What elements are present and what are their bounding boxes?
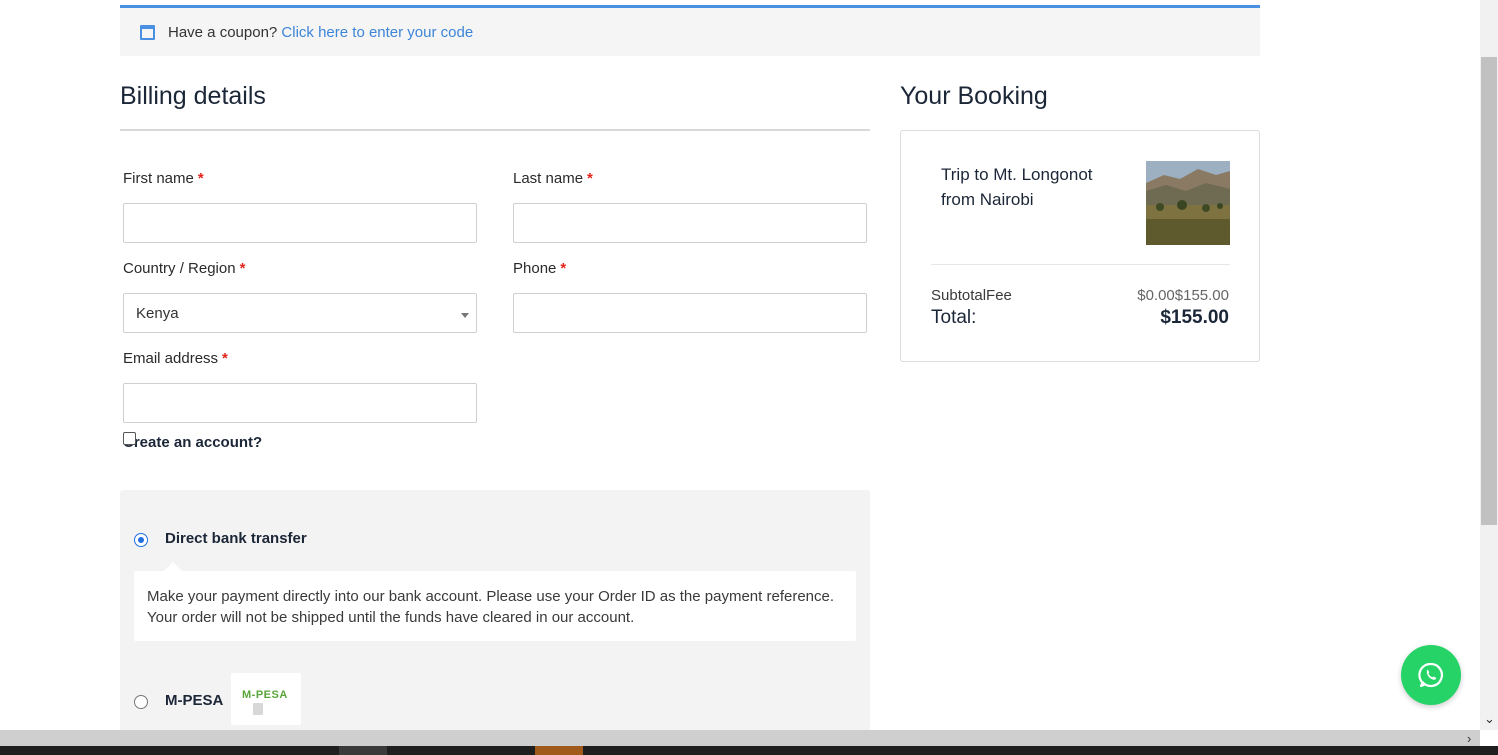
payment-radio-mpesa[interactable] [134, 695, 148, 709]
booking-summary-card: Trip to Mt. Longonot from Nairobi Subtot… [900, 130, 1260, 362]
required-mark: * [197, 170, 204, 187]
trip-thumbnail [1146, 161, 1230, 245]
country-select[interactable]: Kenya [123, 293, 477, 333]
payment-label-mpesa[interactable]: M-PESA [165, 692, 223, 709]
first-name-input[interactable] [123, 203, 477, 243]
required-mark: * [222, 350, 228, 367]
trip-name: Trip to Mt. Longonot from Nairobi [941, 165, 1093, 209]
subtotal-fee-label: SubtotalFee [931, 287, 1012, 304]
taskbar-active-app[interactable] [339, 746, 387, 755]
country-select-value: Kenya [136, 305, 179, 322]
email-label: Email address * [123, 350, 228, 367]
create-account-checkbox[interactable] [123, 432, 136, 445]
email-input[interactable] [123, 383, 477, 423]
payment-label-bank-transfer[interactable]: Direct bank transfer [165, 530, 307, 547]
whatsapp-chat-button[interactable] [1401, 645, 1461, 705]
horizontal-scrollbar[interactable] [0, 730, 1480, 746]
taskbar-app[interactable] [535, 746, 583, 755]
country-label-text: Country / Region [123, 260, 236, 277]
country-label: Country / Region * [123, 260, 245, 277]
total-label: Total: [931, 307, 977, 328]
taskbar [0, 746, 1498, 755]
phone-label-text: Phone [513, 260, 557, 277]
payment-radio-bank-transfer[interactable] [134, 533, 148, 547]
phone-label: Phone * [513, 260, 566, 277]
whatsapp-icon [1418, 662, 1443, 688]
billing-divider [120, 129, 870, 131]
billing-details-title: Billing details [120, 82, 266, 110]
last-name-input[interactable] [513, 203, 867, 243]
chevron-down-icon [461, 313, 469, 318]
required-mark: * [560, 260, 567, 277]
create-account-label: Create an account? [123, 434, 263, 451]
vertical-scrollbar-thumb[interactable] [1481, 57, 1497, 525]
first-name-label-text: First name [123, 170, 194, 187]
payment-methods: Direct bank transfer Make your payment d… [120, 490, 870, 735]
total-value: $155.00 [1160, 307, 1229, 328]
mpesa-logo: M-PESA [231, 673, 301, 725]
first-name-label: First name * [123, 170, 204, 187]
last-name-label: Last name * [513, 170, 593, 187]
enter-coupon-link[interactable]: Click here to enter your code [281, 24, 473, 41]
scroll-down-arrow-icon[interactable]: ⌄ [1484, 711, 1495, 727]
coupon-text: Have a coupon? Click here to enter your … [168, 24, 473, 41]
email-label-text: Email address [123, 350, 219, 367]
coupon-prompt: Have a coupon? [168, 24, 278, 41]
subtotal-fee-value: $0.00$155.00 [1137, 287, 1229, 304]
coupon-notice: Have a coupon? Click here to enter your … [120, 5, 1260, 56]
mpesa-logo-text: M-PESA [242, 689, 288, 701]
your-booking-title: Your Booking [900, 82, 1048, 110]
calendar-icon [140, 25, 155, 40]
scroll-right-arrow-icon[interactable]: › [1467, 731, 1471, 746]
required-mark: * [239, 260, 246, 277]
bank-transfer-description: Make your payment directly into our bank… [134, 562, 856, 641]
required-mark: * [587, 170, 593, 187]
booking-divider [931, 264, 1230, 265]
phone-input[interactable] [513, 293, 867, 333]
last-name-label-text: Last name [513, 170, 584, 187]
phone-icon [253, 703, 263, 715]
landscape-image [1146, 161, 1230, 245]
